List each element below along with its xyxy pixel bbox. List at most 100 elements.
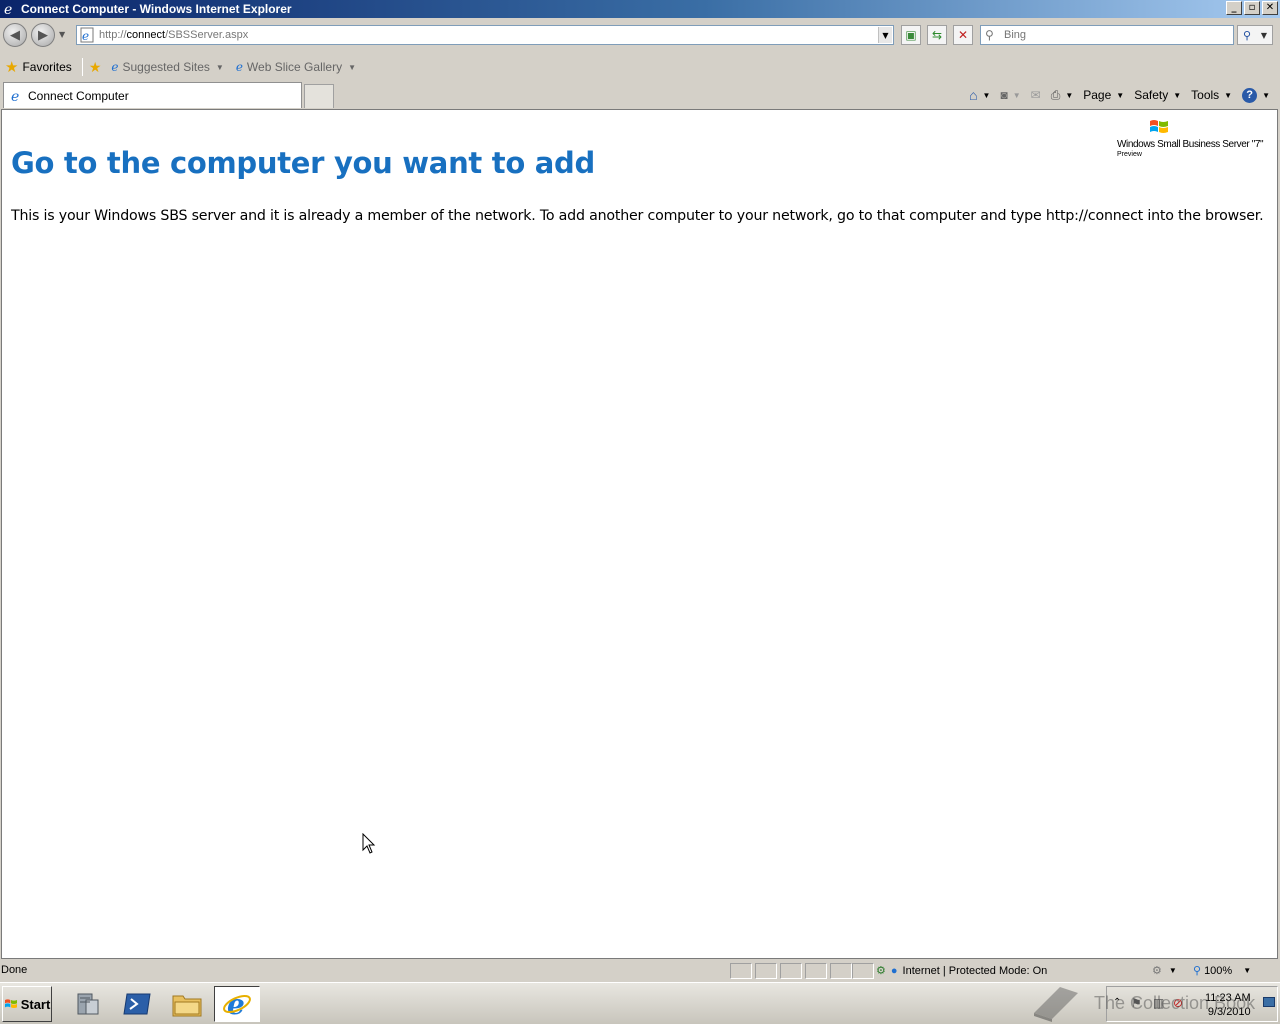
back-button[interactable]: ◀ <box>3 23 27 47</box>
suggested-sites-label: Suggested Sites <box>122 60 210 74</box>
command-bar: ⌂ ▼ ◙ ▼ ✉ ⎙ ▼ Page ▼ Safety ▼ Tools ▼ ? … <box>969 85 1270 105</box>
page-content: Windows Small Business Server "7" Previe… <box>1 109 1278 959</box>
taskbar-powershell[interactable] <box>114 986 160 1022</box>
taskbar-internet-explorer[interactable]: e <box>214 986 260 1022</box>
mail-icon: ✉ <box>1030 88 1041 102</box>
tab-page-icon: e <box>9 88 25 105</box>
minimize-button[interactable]: _ <box>1226 1 1242 15</box>
tab-label: Connect Computer <box>28 88 129 103</box>
navigation-bar: ◀ ▶ ▼ e http://connect/SBSServer.aspx ▼ … <box>0 20 1280 50</box>
tab-bar: e Connect Computer ⌂ ▼ ◙ ▼ ✉ ⎙ ▼ Page ▼ … <box>0 82 1280 108</box>
logo-preview-text: Preview <box>1117 151 1142 158</box>
protected-mode-icon: ⚙ <box>876 965 886 977</box>
chevron-down-icon: ▼ <box>982 90 991 100</box>
chevron-down-icon: ▼ <box>1012 90 1021 100</box>
web-slice-gallery-link[interactable]: e Web Slice Gallery ▼ <box>236 60 356 74</box>
zone-text: Internet | Protected Mode: On <box>902 964 1048 977</box>
stop-button[interactable]: ✕ <box>953 25 973 45</box>
taskbar: Start e ⌃ ⚑ ▥ ⊘ 11:23 AM 9/3/2010 The Co… <box>0 982 1280 1024</box>
url-prefix: http:// <box>99 29 127 41</box>
svg-text:e: e <box>4 2 12 16</box>
status-panel <box>805 963 827 979</box>
page-icon: e <box>79 27 95 43</box>
show-desktop-icon[interactable] <box>1263 997 1275 1007</box>
refresh-icon: ⇆ <box>931 28 943 42</box>
forward-arrow-icon: ▶ <box>38 27 48 43</box>
stop-icon: ✕ <box>957 28 969 42</box>
svg-text:e: e <box>227 989 245 1019</box>
favorites-star-icon: ★ <box>5 59 19 76</box>
favorites-button[interactable]: ★ Favorites <box>5 58 72 76</box>
compatibility-view-button[interactable]: ▣ <box>901 25 921 45</box>
status-text: Done <box>1 964 28 976</box>
tools-menu-button[interactable]: Tools ▼ <box>1191 88 1232 102</box>
safety-menu-label: Safety <box>1134 88 1169 102</box>
url-host: connect <box>126 29 166 41</box>
folder-icon <box>172 995 202 1017</box>
close-button[interactable]: ✕ <box>1262 1 1278 15</box>
home-button[interactable]: ⌂ ▼ <box>969 87 990 103</box>
search-options-dropdown[interactable]: ▼ <box>1261 31 1267 40</box>
status-panel <box>780 963 802 979</box>
window-controls: _ ▫ ✕ <box>1226 1 1278 15</box>
title-bar: e Connect Computer - Windows Internet Ex… <box>0 0 1280 18</box>
print-button[interactable]: ⎙ ▼ <box>1051 88 1074 103</box>
url-path: /SBSServer.aspx <box>165 29 249 41</box>
tab-connect-computer[interactable]: e Connect Computer <box>3 82 302 108</box>
taskbar-windows-explorer[interactable] <box>164 986 210 1022</box>
feeds-button[interactable]: ◙ ▼ <box>1000 88 1020 102</box>
status-panel <box>730 963 752 979</box>
suggested-sites-link[interactable]: e Suggested Sites ▼ <box>111 60 223 74</box>
start-button[interactable]: Start <box>2 986 52 1022</box>
chevron-down-icon: ▼ <box>1243 966 1252 975</box>
safety-menu-button[interactable]: Safety ▼ <box>1134 88 1181 102</box>
svg-text:e: e <box>82 29 89 43</box>
search-provider-icon: ⚲ <box>985 28 994 42</box>
printer-icon: ⎙ <box>1050 87 1061 102</box>
read-mail-button[interactable]: ✉ <box>1031 88 1041 102</box>
forward-button[interactable]: ▶ <box>31 23 55 47</box>
search-input[interactable] <box>1004 29 1224 41</box>
add-favorite-icon: ★ <box>88 58 102 75</box>
accelerator-icon: ⚙ <box>1152 965 1162 977</box>
address-url[interactable]: http://connect/SBSServer.aspx <box>99 29 248 41</box>
globe-icon: ● <box>890 964 898 977</box>
window-title: Connect Computer - Windows Internet Expl… <box>21 2 292 16</box>
add-to-favorites-bar-button[interactable]: ★ <box>89 59 102 76</box>
status-bar: Done ⚙ ● Internet | Protected Mode: On ⚙… <box>0 961 1280 981</box>
security-zone[interactable]: ⚙ ● Internet | Protected Mode: On <box>876 964 1048 978</box>
recent-pages-dropdown[interactable]: ▼ <box>59 30 65 39</box>
search-box[interactable]: ⚲ <box>980 25 1234 45</box>
zoom-icon: ⚲ <box>1193 965 1202 977</box>
help-button[interactable]: ? ▼ <box>1242 87 1270 103</box>
new-tab-button[interactable] <box>304 84 334 108</box>
zoom-control[interactable]: ⚲ 100% ▼ <box>1193 964 1252 978</box>
page-menu-button[interactable]: Page ▼ <box>1083 88 1124 102</box>
status-panel <box>830 963 852 979</box>
tools-menu-label: Tools <box>1191 88 1220 102</box>
windows-sbs-logo: Windows Small Business Server "7" Previe… <box>1117 118 1269 158</box>
page-title: Go to the computer you want to add <box>11 146 595 180</box>
chevron-down-icon: ▼ <box>1065 90 1074 100</box>
mouse-cursor-icon <box>362 833 376 854</box>
chevron-down-icon: ▼ <box>215 62 224 72</box>
search-button[interactable]: ⚲ ▼ <box>1237 25 1273 45</box>
chevron-down-icon: ▼ <box>1116 90 1125 100</box>
accelerator-button[interactable]: ⚙ ▼ <box>1152 964 1177 977</box>
compatibility-view-icon: ▣ <box>905 28 917 42</box>
page-menu-label: Page <box>1083 88 1112 102</box>
address-dropdown-button[interactable]: ▼ <box>878 27 892 43</box>
chevron-down-icon: ▼ <box>1262 90 1270 100</box>
back-arrow-icon: ◀ <box>10 27 20 43</box>
refresh-button[interactable]: ⇆ <box>927 25 947 45</box>
ie-app-icon: e <box>2 1 18 17</box>
restore-button[interactable]: ▫ <box>1244 1 1260 15</box>
taskbar-server-manager[interactable] <box>64 986 110 1022</box>
address-bar[interactable]: e http://connect/SBSServer.aspx ▼ <box>76 25 894 45</box>
rss-feed-icon: ◙ <box>1000 88 1008 102</box>
watermark: The Collection Book <box>1030 983 1260 1023</box>
watermark-text: The Collection Book <box>1094 992 1256 1013</box>
book-watermark-icon <box>1034 987 1078 1022</box>
powershell-icon <box>123 993 151 1015</box>
windows-flag-icon <box>1150 120 1168 133</box>
